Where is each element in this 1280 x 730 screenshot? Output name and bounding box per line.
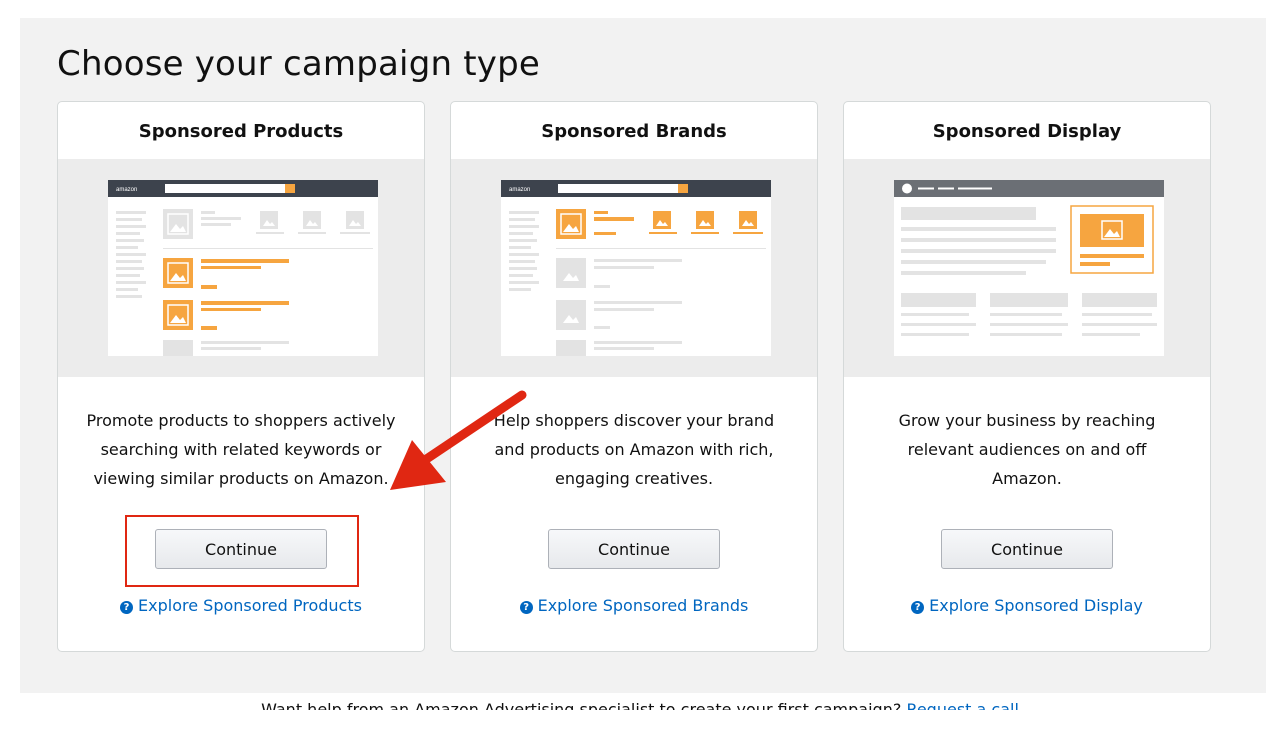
viewport-bottom-edge [0,710,1280,730]
amazon-logo: amazon [509,187,530,193]
brand-banner-mockup-image: amazon [501,180,771,356]
annotation-arrow-icon [390,390,527,490]
explore-link-label: Explore Sponsored Products [138,596,362,615]
explore-link-label: Explore Sponsored Display [929,596,1143,615]
sponsored-display-illustration [844,159,1210,377]
card-description: Promote products to shoppers actively se… [86,411,396,488]
card-sponsored-display: Sponsored Display Grow your business by … [843,101,1211,652]
explore-sponsored-display-link[interactable]: ? Explore Sponsored Display [844,596,1210,615]
sponsored-products-illustration: amazon [58,159,424,377]
explore-sponsored-products-link[interactable]: ? Explore Sponsored Products [58,596,424,615]
help-circle-icon: ? [120,601,134,614]
search-results-mockup-image: amazon [108,180,378,356]
help-circle-icon: ? [519,601,533,614]
explore-link-label: Explore Sponsored Brands [537,596,749,615]
help-circle-icon: ? [911,601,925,614]
card-title: Sponsored Display [932,121,1122,142]
display-ad-mockup-image [894,180,1164,356]
continue-button-sponsored-brands[interactable]: Continue [548,529,720,569]
card-description: Grow your business by reaching relevant … [898,411,1156,488]
amazon-logo: amazon [116,187,137,193]
card-title: Sponsored Products [138,121,344,142]
annotation-highlight-box [125,515,359,587]
page-title: Choose your campaign type [57,44,540,84]
card-title: Sponsored Brands [541,121,727,142]
explore-sponsored-brands-link[interactable]: ? Explore Sponsored Brands [451,596,817,615]
sponsored-brands-illustration: amazon [451,159,817,377]
card-sponsored-brands: Sponsored Brands amazon Help shoppers di… [450,101,818,652]
continue-button-sponsored-display[interactable]: Continue [941,529,1113,569]
